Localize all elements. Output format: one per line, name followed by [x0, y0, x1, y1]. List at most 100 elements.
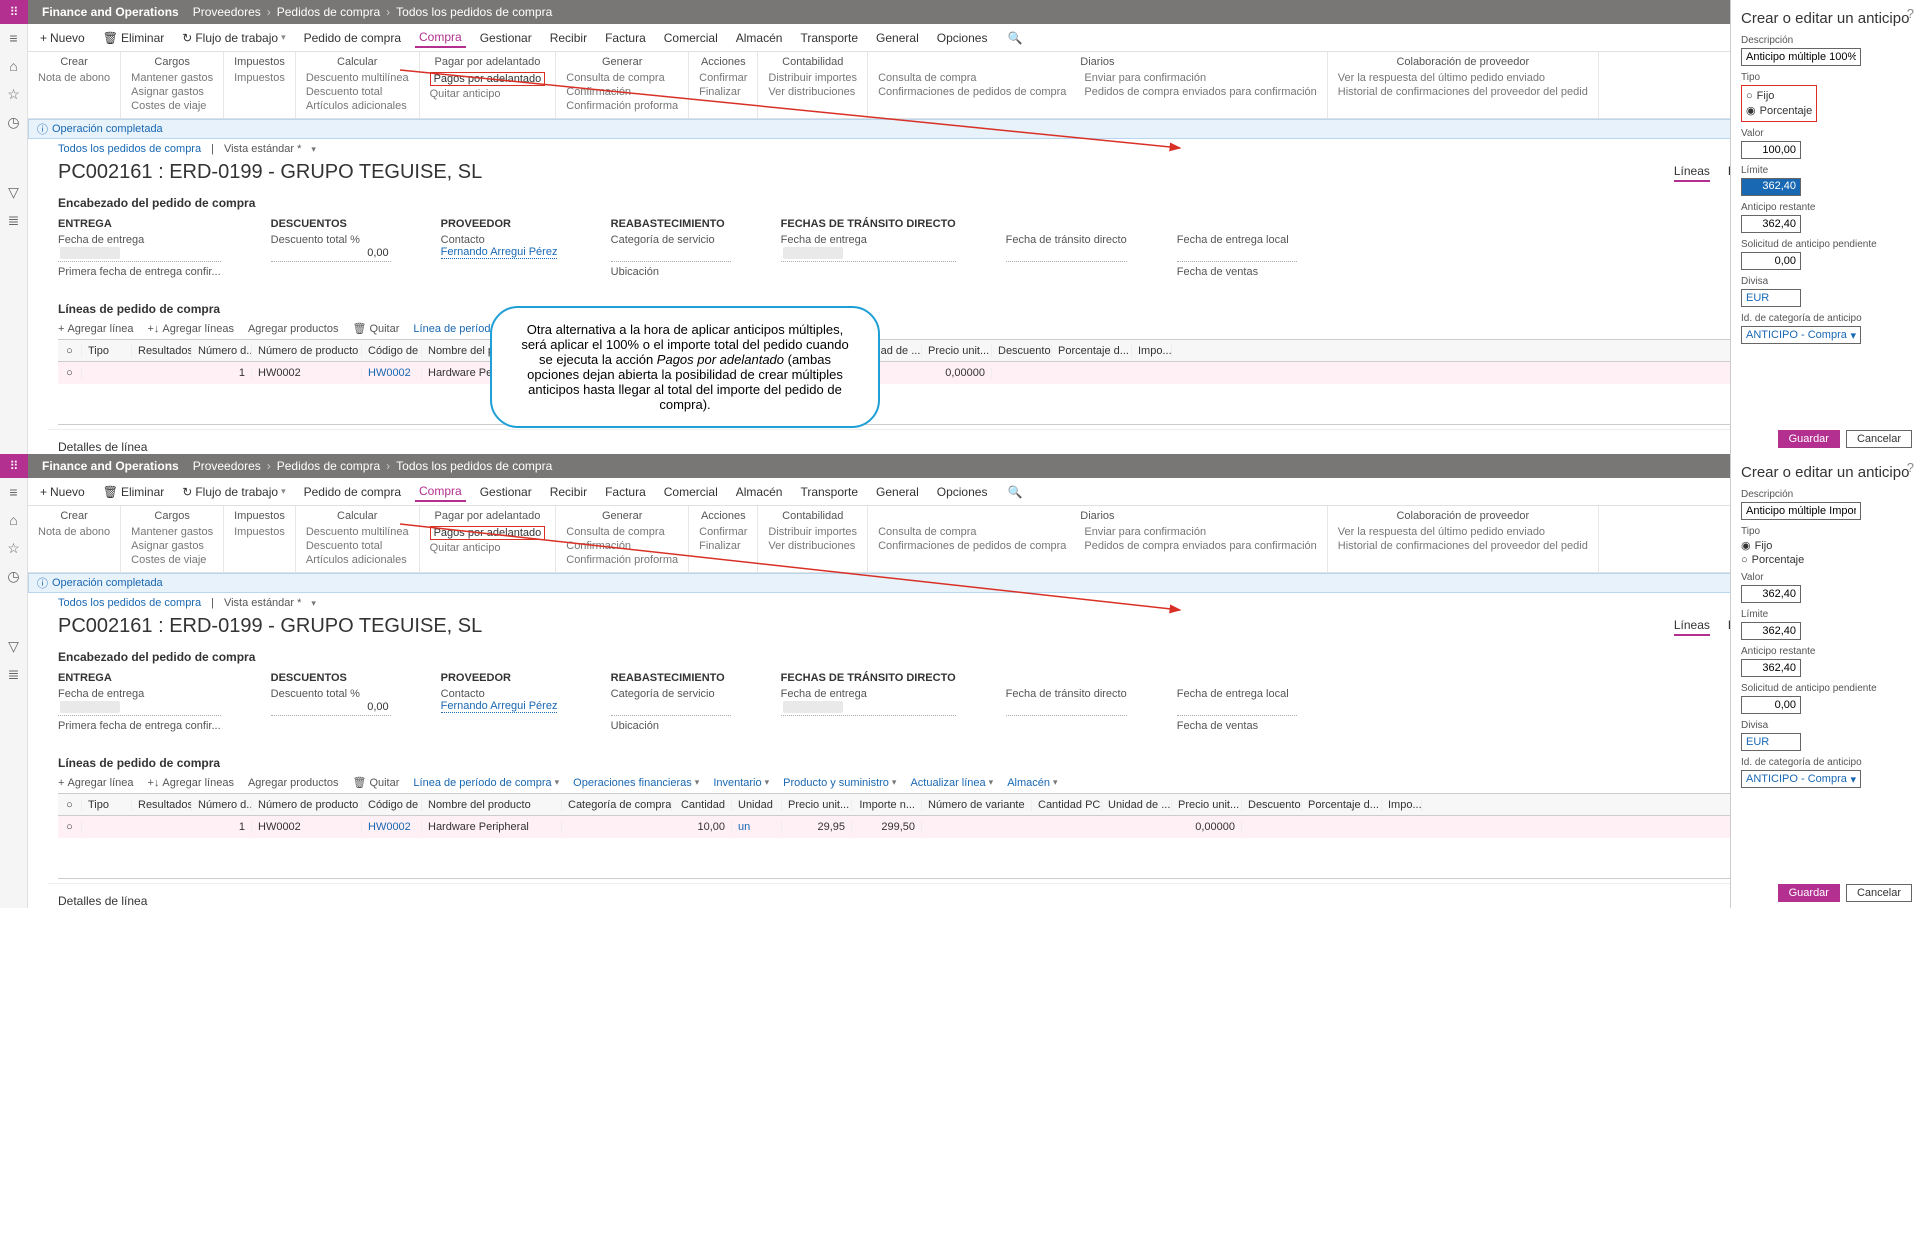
code-link[interactable]: HW0002 — [362, 367, 422, 379]
tab-factura[interactable]: Factura — [601, 29, 650, 47]
category-input[interactable] — [611, 246, 731, 262]
new-button[interactable]: +Nuevo — [36, 29, 89, 47]
select-all[interactable]: ○ — [58, 345, 82, 357]
tab-recibir[interactable]: Recibir — [546, 29, 591, 47]
ribbon-link[interactable]: Costes de viaje — [131, 100, 213, 112]
tab-almacen[interactable]: Almacén — [732, 29, 787, 47]
valor-input[interactable] — [1741, 141, 1801, 159]
tab-pedido-compra[interactable]: Pedido de compra — [300, 29, 405, 47]
category-dropdown[interactable]: ANTICIPO - Compra▾ — [1741, 770, 1861, 788]
ribbon-link[interactable]: Impuestos — [234, 72, 285, 84]
radio-fijo[interactable]: ○ — [1746, 90, 1753, 102]
filter-icon[interactable]: ▽ — [6, 638, 22, 654]
ribbon-link[interactable]: Finalizar — [699, 86, 747, 98]
ribbon-link[interactable]: Consulta de compra — [878, 72, 1066, 84]
contact-link[interactable]: Fernando Arregui Pérez — [441, 246, 558, 259]
col-header[interactable]: Porcentaje d... — [1052, 345, 1132, 357]
tab-opciones[interactable]: Opciones — [933, 29, 992, 47]
new-button[interactable]: +Nuevo — [36, 483, 89, 501]
search-icon[interactable]: 🔍 — [1007, 485, 1022, 499]
ribbon-link[interactable]: Enviar para confirmación — [1084, 72, 1316, 84]
limite-input[interactable]: 362,40 — [1741, 178, 1801, 196]
valor-input[interactable] — [1741, 585, 1801, 603]
col-header[interactable]: Impo... — [1132, 345, 1172, 357]
solicitud-input[interactable] — [1741, 252, 1801, 270]
ribbon-link[interactable]: Nota de abono — [38, 72, 110, 84]
tab-compra[interactable]: Compra — [415, 482, 466, 502]
tab-almacen[interactable]: Almacén — [732, 483, 787, 501]
list-icon[interactable]: ≣ — [6, 212, 22, 228]
tab-lineas[interactable]: Líneas — [1674, 618, 1710, 636]
breadcrumb-item[interactable]: Proveedores — [193, 5, 261, 19]
menu-icon[interactable]: ≡ — [6, 484, 22, 500]
col-header[interactable]: Número de producto — [252, 345, 362, 357]
home-icon[interactable]: ⌂ — [6, 512, 22, 528]
ribbon-link[interactable]: Confirmar — [699, 72, 747, 84]
breadcrumb-item[interactable]: Pedidos de compra — [277, 459, 380, 473]
delete-button[interactable]: 🗑Eliminar — [99, 483, 169, 501]
col-header[interactable]: Descuento — [992, 345, 1052, 357]
add-lines-button[interactable]: +↓ Agregar líneas — [147, 323, 233, 335]
cancel-button[interactable]: Cancelar — [1846, 430, 1912, 448]
breadcrumb-item[interactable]: Proveedores — [193, 459, 261, 473]
tab-pedido-compra[interactable]: Pedido de compra — [300, 483, 405, 501]
divisa-input[interactable] — [1741, 733, 1801, 751]
star-icon[interactable]: ☆ — [6, 540, 22, 556]
ribbon-link[interactable]: Artículos adicionales — [306, 100, 409, 112]
col-header[interactable]: Número d... — [192, 345, 252, 357]
ribbon-link[interactable]: Consulta de compra — [566, 72, 678, 84]
tab-general[interactable]: General — [872, 29, 923, 47]
restante-input[interactable] — [1741, 215, 1801, 233]
star-icon[interactable]: ☆ — [6, 86, 22, 102]
ribbon-link[interactable]: Descuento total — [306, 86, 409, 98]
home-icon[interactable]: ⌂ — [6, 58, 22, 74]
tab-gestionar[interactable]: Gestionar — [476, 483, 536, 501]
ribbon-link[interactable]: Confirmaciones de pedidos de compra — [878, 86, 1066, 98]
clock-icon[interactable]: ◷ — [6, 114, 22, 130]
col-header[interactable]: Código de ... — [362, 345, 422, 357]
description-input[interactable] — [1741, 48, 1861, 66]
radio-fijo[interactable]: ◉ — [1741, 539, 1751, 552]
description-input[interactable] — [1741, 502, 1861, 520]
ribbon-link[interactable]: Pedidos de compra enviados para confirma… — [1084, 86, 1316, 98]
divisa-input[interactable] — [1741, 289, 1801, 307]
app-launcher-icon[interactable]: ⠿ — [0, 0, 28, 24]
all-orders-link[interactable]: Todos los pedidos de compra — [58, 597, 201, 609]
breadcrumb-item[interactable]: Todos los pedidos de compra — [396, 459, 552, 473]
date-input[interactable] — [1177, 246, 1297, 262]
col-header[interactable]: Resultados... — [132, 345, 192, 357]
ribbon-link[interactable]: Confirmación — [566, 86, 678, 98]
ribbon-link[interactable]: Ver la respuesta del último pedido envia… — [1338, 72, 1588, 84]
table-row[interactable]: ○ 1 HW0002 HW0002 Hardware Peripheral 10… — [58, 816, 1910, 838]
pagos-por-adelantado-link[interactable]: Pagos por adelantado — [430, 526, 546, 540]
tab-transporte[interactable]: Transporte — [796, 29, 862, 47]
tab-transporte[interactable]: Transporte — [796, 483, 862, 501]
menu-icon[interactable]: ≡ — [6, 30, 22, 46]
ribbon-link[interactable]: Ver distribuciones — [768, 86, 857, 98]
workflow-button[interactable]: ↻Flujo de trabajo▾ — [178, 483, 289, 501]
date-input[interactable] — [781, 246, 956, 262]
all-orders-link[interactable]: Todos los pedidos de compra — [58, 143, 201, 155]
tab-recibir[interactable]: Recibir — [546, 483, 591, 501]
tab-comercial[interactable]: Comercial — [660, 29, 722, 47]
date-input[interactable] — [58, 246, 221, 262]
ribbon-link[interactable]: Mantener gastos — [131, 72, 213, 84]
view-label[interactable]: Vista estándar * — [224, 143, 301, 155]
list-icon[interactable]: ≣ — [6, 666, 22, 682]
workflow-button[interactable]: ↻Flujo de trabajo▾ — [178, 29, 289, 47]
help-icon[interactable]: ? — [1907, 6, 1914, 21]
tab-lineas[interactable]: Líneas — [1674, 164, 1710, 182]
restante-input[interactable] — [1741, 659, 1801, 677]
ribbon-link[interactable]: Historial de confirmaciones del proveedo… — [1338, 86, 1588, 98]
filter-icon[interactable]: ▽ — [6, 184, 22, 200]
row-selector[interactable]: ○ — [58, 367, 82, 379]
ribbon-link[interactable]: Distribuir importes — [768, 72, 857, 84]
tab-general[interactable]: General — [872, 483, 923, 501]
cancel-button[interactable]: Cancelar — [1846, 884, 1912, 902]
pagos-por-adelantado-link[interactable]: Pagos por adelantado — [430, 72, 546, 86]
col-header[interactable]: Tipo — [82, 345, 132, 357]
limite-input[interactable] — [1741, 622, 1801, 640]
radio-porcentaje[interactable]: ◉ — [1746, 104, 1756, 117]
ribbon-link[interactable]: Quitar anticipo — [430, 88, 546, 100]
discount-input[interactable]: 0,00 — [271, 246, 391, 262]
